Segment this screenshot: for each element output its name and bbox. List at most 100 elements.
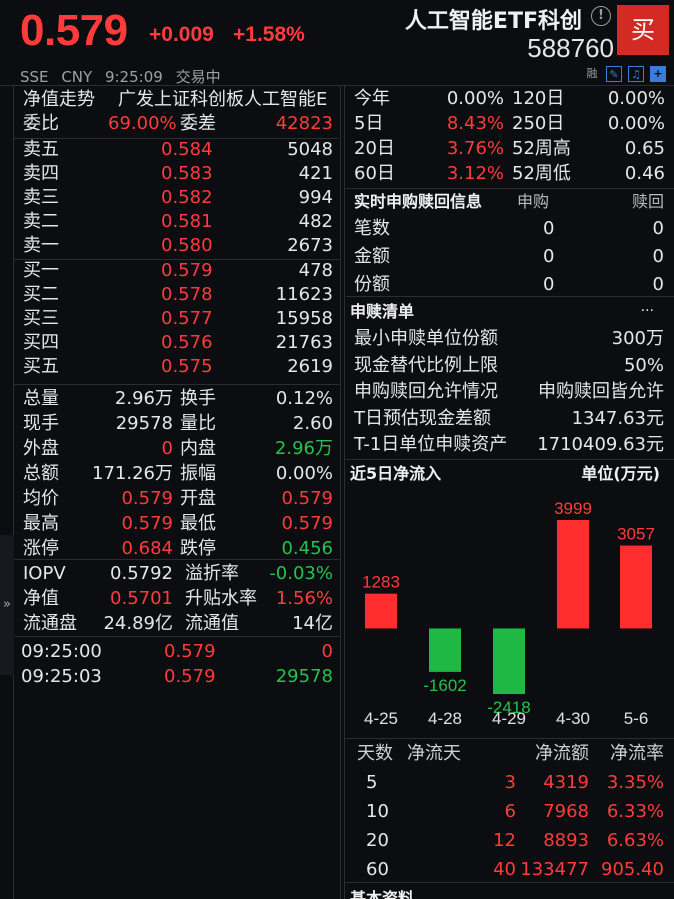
asks-level-row[interactable]: 卖二 0.581 482: [14, 210, 339, 234]
stat-value: 0: [161, 438, 173, 459]
last-price: 0.579: [20, 6, 128, 55]
stat-value: 0.5701: [110, 588, 173, 609]
perf-label: 52周低: [512, 163, 571, 184]
stat-value: 0.579: [121, 513, 173, 534]
stat-value: 2.96万: [114, 388, 173, 409]
list-row: 申购赎回允许情况 申购赎回皆允许: [346, 379, 674, 404]
stat-value: 0.579: [281, 488, 333, 509]
flow-col-header: 净流天: [407, 743, 461, 764]
level-label: 买一: [23, 260, 59, 281]
nav-trend-tab[interactable]: 净值走势: [23, 88, 95, 112]
list-label: 申购赎回允许情况: [354, 381, 498, 402]
stat-row: IOPV 0.5792 溢折率 -0.03%: [14, 562, 339, 586]
stat-value: -0.03%: [269, 563, 333, 584]
level-volume: 478: [298, 260, 333, 281]
stat-label: 最低: [180, 513, 216, 534]
perf-value: 0.65: [624, 138, 665, 159]
flow-table-row: 5 3 4319 3.35%: [346, 770, 674, 795]
level-volume: 11623: [275, 284, 333, 305]
fund-info-panel: 今年 0.00% 120日 0.00% 5日 8.43% 250日 0.00% 20日 3.76%…: [346, 86, 674, 899]
flow-table-row: 20 12 8893 6.63%: [346, 828, 674, 853]
col-subscribe: 申购: [517, 192, 550, 211]
sub-redeem-label: 笔数: [354, 218, 390, 239]
perf-label: 20日: [354, 138, 395, 159]
redeem-value: 0: [652, 218, 664, 239]
plus-icon[interactable]: +: [650, 66, 666, 82]
stat-row: 流通盘 24.89亿 流通值 14亿: [14, 612, 339, 636]
flow-rate: 905.40: [601, 859, 664, 880]
stat-label: 内盘: [180, 438, 216, 459]
stat-label: 溢折率: [185, 563, 239, 584]
flow-table-row: 60 40 133477 905.40: [346, 857, 674, 882]
flow-rate: 6.33%: [606, 801, 664, 822]
asks-level-row[interactable]: 卖四 0.583 421: [14, 162, 339, 186]
trading-status: 交易中: [175, 68, 221, 86]
sub-redeem-header: 实时申购赎回信息 申购 赎回: [346, 189, 674, 214]
stat-label: 总量: [23, 388, 59, 409]
buy-button[interactable]: 买: [617, 5, 669, 55]
bids-level-row[interactable]: 买四 0.576 21763: [14, 331, 339, 355]
bell-icon[interactable]: ♫: [628, 66, 644, 82]
bids-level-row[interactable]: 买一 0.579 478: [14, 259, 339, 283]
stat-value: 0.579: [281, 513, 333, 534]
asks-level-row[interactable]: 卖三 0.582 994: [14, 186, 339, 210]
margin-icon[interactable]: 融: [584, 66, 600, 82]
bids-level-row[interactable]: 买二 0.578 11623: [14, 283, 339, 307]
flow-bar-label: -1602: [423, 676, 466, 695]
expand-panel-icon[interactable]: »: [0, 535, 14, 675]
stat-label: 换手: [180, 388, 216, 409]
perf-value: 3.12%: [446, 163, 504, 184]
perf-label: 52周高: [512, 138, 571, 159]
flow-days: 20: [366, 830, 389, 851]
weibi-row: 委比 69.00% 委差 42823: [14, 112, 339, 136]
stat-label: 外盘: [23, 438, 59, 459]
divider: [14, 384, 339, 385]
sub-redeem-row: 笔数 0 0: [346, 216, 674, 241]
pencil-icon[interactable]: ✎: [606, 66, 622, 82]
perf-row: 今年 0.00% 120日 0.00%: [346, 86, 674, 111]
stat-row: 净值 0.5701 升贴水率 1.56%: [14, 587, 339, 611]
stat-label: 量比: [180, 413, 216, 434]
level-label: 卖五: [23, 139, 59, 160]
list-value: 1710409.63元: [537, 434, 664, 455]
level-price: 0.582: [161, 187, 213, 208]
tick-price: 0.579: [164, 641, 216, 662]
fund-full-name: 广发上证科创板人工智能E: [118, 89, 328, 110]
asks-level-row[interactable]: 卖五 0.584 5048: [14, 138, 339, 162]
stat-label: 均价: [23, 488, 59, 509]
sub-redeem-title: 实时申购赎回信息: [354, 192, 483, 211]
market-info: SSE CNY 9:25:09 交易中: [20, 66, 229, 87]
level-label: 买三: [23, 308, 59, 329]
stat-label: 开盘: [180, 488, 216, 509]
stat-value: 1.56%: [275, 588, 333, 609]
flow-days: 5: [366, 772, 378, 793]
divider: [346, 296, 674, 297]
asks-level-row[interactable]: 卖一 0.580 2673: [14, 234, 339, 258]
basic-info-title[interactable]: 基本资料: [350, 885, 414, 899]
net-inflow-chart: 12834-25-16024-28-24184-2939994-3030575-…: [362, 499, 655, 728]
list-row: 最小申赎单位份额 300万: [346, 326, 674, 351]
perf-row: 60日 3.12% 52周低 0.46: [346, 161, 674, 186]
divider: [346, 738, 674, 739]
flow-col-header: 天数: [357, 743, 393, 764]
order-book-panel: 净值走势 广发上证科创板人工智能E 委比 69.00% 委差 42823 卖五 0…: [14, 86, 339, 899]
level-price: 0.575: [161, 356, 213, 377]
perf-label: 5日: [354, 113, 384, 134]
flow-date-label: 4-30: [556, 709, 590, 728]
bids-level-row[interactable]: 买五 0.575 2619: [14, 355, 339, 379]
flow-count: 6: [504, 801, 516, 822]
panel-divider: [340, 86, 341, 899]
flow-bar-4-30: [557, 520, 589, 629]
list-title: 申赎清单: [350, 302, 415, 321]
quote-header: 0.579 +0.009 +1.58% 人工智能ETF科创 ! 588760 买…: [0, 0, 674, 88]
info-icon[interactable]: !: [591, 6, 611, 26]
nav-trend-row[interactable]: 净值走势 广发上证科创板人工智能E: [14, 88, 339, 112]
level-volume: 482: [298, 211, 333, 232]
stat-label: 现手: [23, 413, 59, 434]
bids-level-row[interactable]: 买三 0.577 15958: [14, 307, 339, 331]
perf-label: 60日: [354, 163, 395, 184]
more-icon[interactable]: ···: [641, 299, 654, 324]
list-row: T日预估现金差额 1347.63元: [346, 406, 674, 431]
flow-table-row: 10 6 7968 6.33%: [346, 799, 674, 824]
tick-time: 09:25:03: [21, 666, 102, 687]
